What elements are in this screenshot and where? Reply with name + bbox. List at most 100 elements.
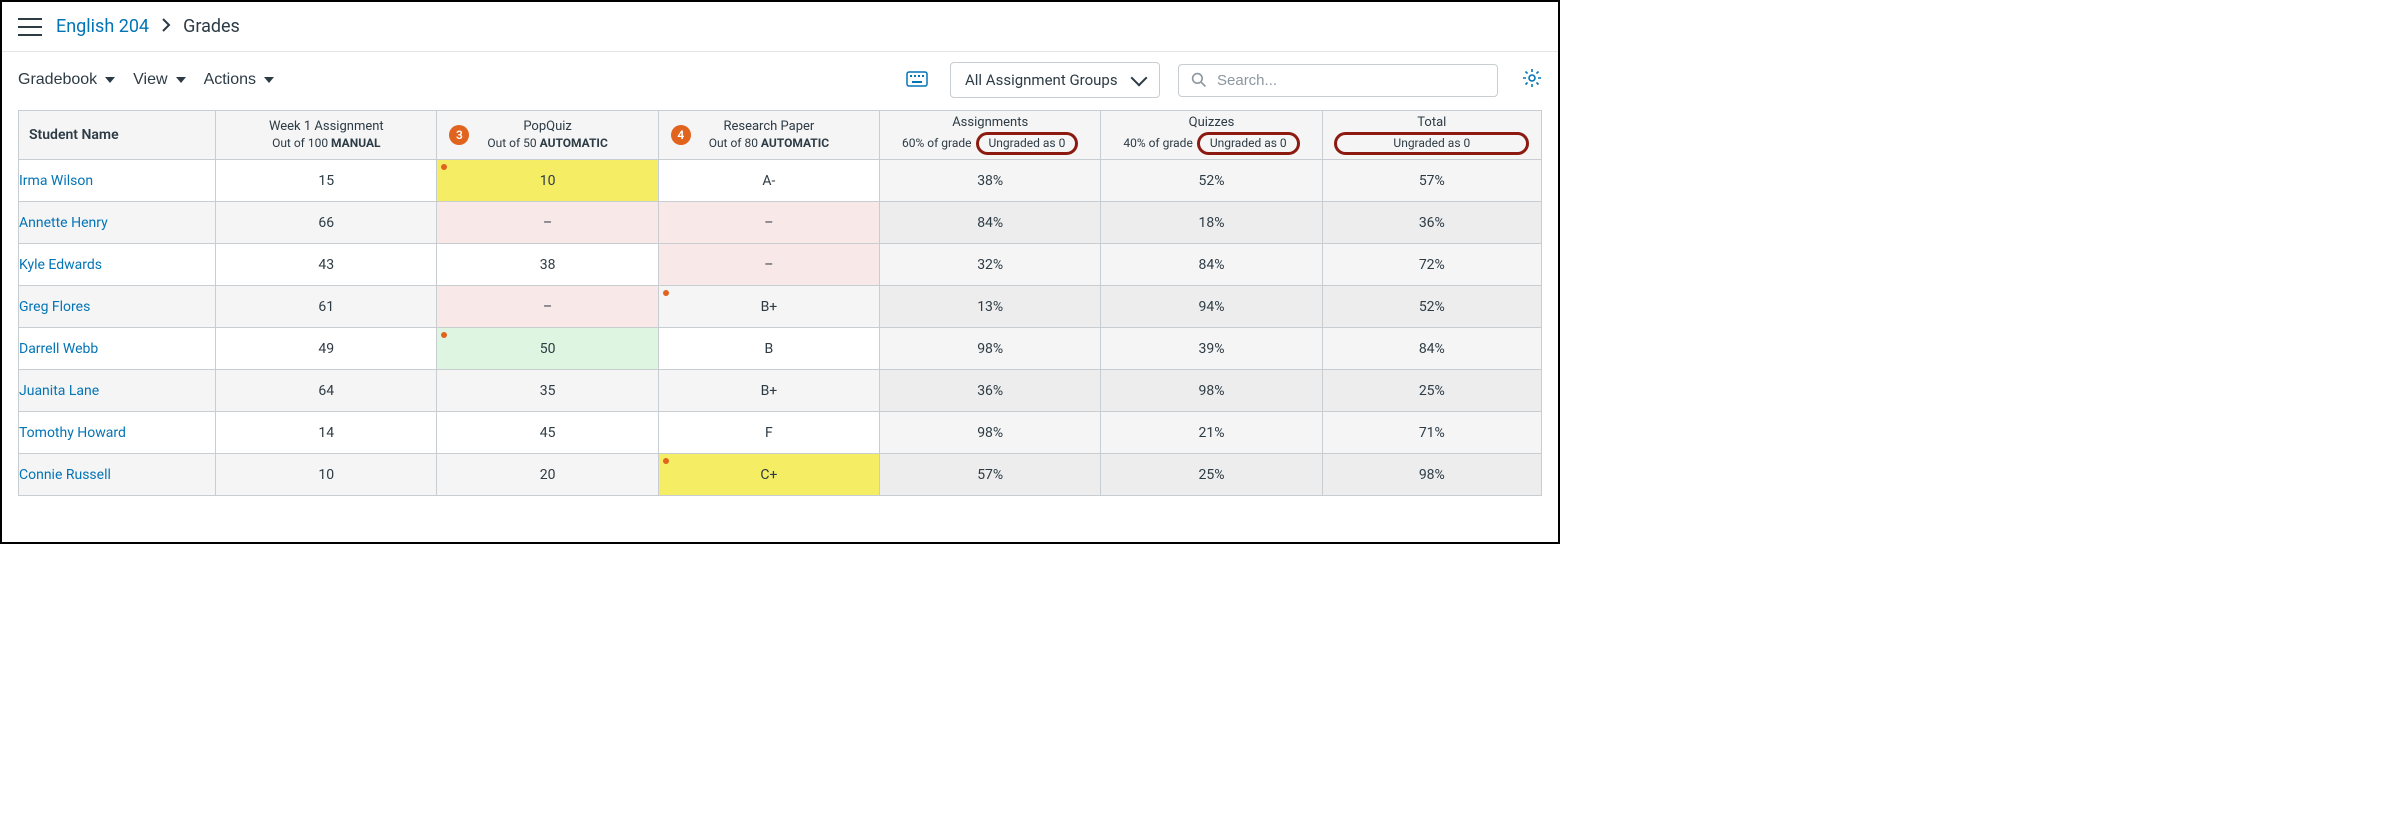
ungraded-pill: Ungraded as 0 <box>1334 132 1529 156</box>
grade-cell[interactable]: F <box>658 412 879 454</box>
student-link[interactable]: Kyle Edwards <box>19 257 102 273</box>
total-title: Total <box>1417 115 1446 132</box>
student-link[interactable]: Darrell Webb <box>19 341 98 357</box>
grade-cell[interactable]: 50 <box>437 328 658 370</box>
breadcrumb-current: Grades <box>183 16 240 37</box>
column-header-group-quizzes[interactable]: Quizzes 40% of grade Ungraded as 0 <box>1101 111 1322 160</box>
student-link[interactable]: Connie Russell <box>19 467 111 483</box>
grade-cell[interactable]: A- <box>658 160 879 202</box>
unposted-badge: 3 <box>449 125 469 145</box>
gear-icon[interactable] <box>1522 68 1542 93</box>
grade-cell[interactable]: 10 <box>216 454 437 496</box>
breadcrumb-course-link[interactable]: English 204 <box>56 16 149 37</box>
total-cell: 71% <box>1322 412 1541 454</box>
student-header-label: Student Name <box>19 127 215 143</box>
unposted-dot-icon <box>663 458 669 464</box>
unposted-dot-icon <box>663 290 669 296</box>
group-total-cell: 21% <box>1101 412 1322 454</box>
assignment-group-filter[interactable]: All Assignment Groups <box>950 62 1160 98</box>
grade-cell[interactable]: – <box>437 286 658 328</box>
grade-cell[interactable]: B+ <box>658 286 879 328</box>
column-header-assignment-2[interactable]: 3 PopQuiz Out of 50 AUTOMATIC <box>437 111 658 160</box>
search-input[interactable] <box>1217 72 1485 89</box>
grade-cell[interactable]: 14 <box>216 412 437 454</box>
column-header-group-assignments[interactable]: Assignments 60% of grade Ungraded as 0 <box>880 111 1101 160</box>
ungraded-pill: Ungraded as 0 <box>976 132 1079 156</box>
column-header-assignment-3[interactable]: 4 Research Paper Out of 80 AUTOMATIC <box>658 111 879 160</box>
column-header-assignment-1[interactable]: Week 1 Assignment Out of 100 MANUAL <box>216 111 437 160</box>
view-label: View <box>133 71 167 89</box>
total-cell: 52% <box>1322 286 1541 328</box>
grade-cell[interactable]: 66 <box>216 202 437 244</box>
caret-down-icon <box>176 77 186 83</box>
grade-cell[interactable]: – <box>658 244 879 286</box>
group-total-cell: 84% <box>880 202 1101 244</box>
student-name-cell: Connie Russell <box>19 454 216 496</box>
actions-dropdown[interactable]: Actions <box>204 71 274 89</box>
caret-down-icon <box>264 77 274 83</box>
grade-cell[interactable]: 35 <box>437 370 658 412</box>
grade-cell[interactable]: – <box>437 202 658 244</box>
student-link[interactable]: Irma Wilson <box>19 173 93 189</box>
unposted-badge: 4 <box>671 125 691 145</box>
grade-cell[interactable]: 15 <box>216 160 437 202</box>
student-link[interactable]: Tomothy Howard <box>19 425 126 441</box>
filter-label: All Assignment Groups <box>965 71 1118 89</box>
group-total-cell: 36% <box>880 370 1101 412</box>
view-dropdown[interactable]: View <box>133 71 185 89</box>
group-total-cell: 38% <box>880 160 1101 202</box>
table-row: Darrell Webb 4950B98%39%84% <box>19 328 1542 370</box>
group-total-cell: 57% <box>880 454 1101 496</box>
student-name-cell: Darrell Webb <box>19 328 216 370</box>
group-total-cell: 52% <box>1101 160 1322 202</box>
keyboard-icon[interactable] <box>906 68 928 92</box>
grade-cell[interactable]: 61 <box>216 286 437 328</box>
total-cell: 72% <box>1322 244 1541 286</box>
menu-icon[interactable] <box>18 18 42 36</box>
group-total-cell: 94% <box>1101 286 1322 328</box>
total-cell: 25% <box>1322 370 1541 412</box>
table-row: Kyle Edwards 4338–32%84%72% <box>19 244 1542 286</box>
group1-title: Assignments <box>952 115 1028 132</box>
table-row: Tomothy Howard 1445F98%21%71% <box>19 412 1542 454</box>
grade-cell[interactable]: B+ <box>658 370 879 412</box>
group-total-cell: 39% <box>1101 328 1322 370</box>
ungraded-pill: Ungraded as 0 <box>1197 132 1300 156</box>
group-total-cell: 84% <box>1101 244 1322 286</box>
grade-cell[interactable]: 20 <box>437 454 658 496</box>
table-row: Greg Flores 61–B+13%94%52% <box>19 286 1542 328</box>
column-header-student[interactable]: Student Name <box>19 111 216 160</box>
student-link[interactable]: Greg Flores <box>19 299 90 315</box>
group-total-cell: 98% <box>880 412 1101 454</box>
grade-cell[interactable]: 10 <box>437 160 658 202</box>
unposted-dot-icon <box>441 164 447 170</box>
group-total-cell: 32% <box>880 244 1101 286</box>
total-cell: 84% <box>1322 328 1541 370</box>
grade-cell[interactable]: 43 <box>216 244 437 286</box>
toolbar: Gradebook View Actions All Assignment Gr… <box>2 52 1558 110</box>
grade-cell[interactable]: 45 <box>437 412 658 454</box>
table-row: Annette Henry66––84%18%36% <box>19 202 1542 244</box>
table-row: Connie Russell1020C+57%25%98% <box>19 454 1542 496</box>
group-total-cell: 18% <box>1101 202 1322 244</box>
student-name-cell: Tomothy Howard <box>19 412 216 454</box>
student-name-cell: Irma Wilson <box>19 160 216 202</box>
student-link[interactable]: Annette Henry <box>19 215 108 231</box>
group-total-cell: 98% <box>880 328 1101 370</box>
grade-cell[interactable]: 64 <box>216 370 437 412</box>
chevron-down-icon <box>1131 70 1148 87</box>
student-link[interactable]: Juanita Lane <box>19 383 99 399</box>
grade-cell[interactable]: B <box>658 328 879 370</box>
search-icon <box>1191 72 1207 88</box>
grade-cell[interactable]: – <box>658 202 879 244</box>
table-row: Irma Wilson1510A-38%52%57% <box>19 160 1542 202</box>
gradebook-dropdown[interactable]: Gradebook <box>18 71 115 89</box>
grade-cell[interactable]: 49 <box>216 328 437 370</box>
table-row: Juanita Lane6435B+36%98%25% <box>19 370 1542 412</box>
total-cell: 36% <box>1322 202 1541 244</box>
search-box[interactable] <box>1178 64 1498 97</box>
grade-cell[interactable]: C+ <box>658 454 879 496</box>
grade-cell[interactable]: 38 <box>437 244 658 286</box>
column-header-total[interactable]: Total Ungraded as 0 <box>1322 111 1541 160</box>
group-total-cell: 13% <box>880 286 1101 328</box>
